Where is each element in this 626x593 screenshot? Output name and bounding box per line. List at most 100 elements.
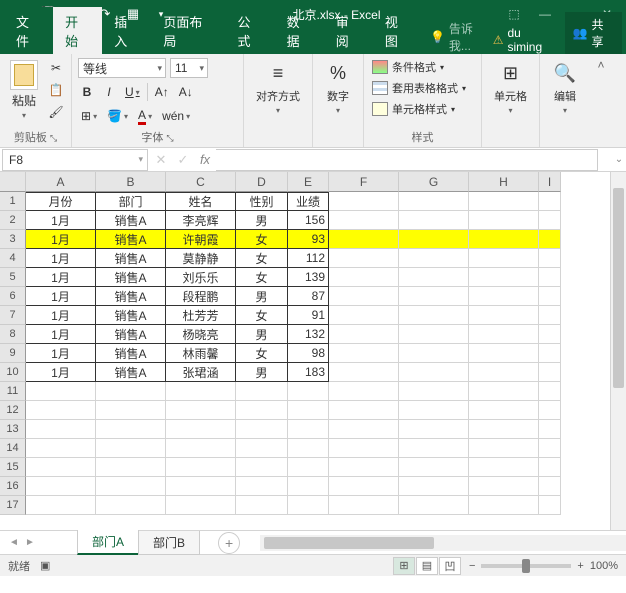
- cell-D2[interactable]: 男: [236, 211, 288, 230]
- minimize-button[interactable]: —: [530, 3, 560, 25]
- vertical-scrollbar[interactable]: [610, 172, 626, 530]
- cell-I15[interactable]: [539, 458, 561, 477]
- cell-E9[interactable]: 98: [288, 344, 329, 363]
- cell-A12[interactable]: [26, 401, 96, 420]
- row-header-14[interactable]: 14: [0, 439, 26, 458]
- row-header-17[interactable]: 17: [0, 496, 26, 515]
- cell-C13[interactable]: [166, 420, 236, 439]
- cell-C10[interactable]: 张珺涵: [166, 363, 236, 382]
- number-button[interactable]: %数字▾: [319, 58, 357, 117]
- cell-D8[interactable]: 男: [236, 325, 288, 344]
- cell-F17[interactable]: [329, 496, 399, 515]
- cell-G10[interactable]: [399, 363, 469, 382]
- cell-B7[interactable]: 销售A: [96, 306, 166, 325]
- cell-I5[interactable]: [539, 268, 561, 287]
- cell-B5[interactable]: 销售A: [96, 268, 166, 287]
- cell-A6[interactable]: 1月: [26, 287, 96, 306]
- tab-layout[interactable]: 页面布局: [151, 7, 225, 54]
- cell-B12[interactable]: [96, 401, 166, 420]
- cell-H1[interactable]: [469, 192, 539, 211]
- cell-G2[interactable]: [399, 211, 469, 230]
- row-header-12[interactable]: 12: [0, 401, 26, 420]
- cell-D4[interactable]: 女: [236, 249, 288, 268]
- zoom-level[interactable]: 100%: [590, 560, 618, 572]
- cell-A8[interactable]: 1月: [26, 325, 96, 344]
- cell-H11[interactable]: [469, 382, 539, 401]
- row-header-6[interactable]: 6: [0, 287, 26, 306]
- cell-E16[interactable]: [288, 477, 329, 496]
- row-header-4[interactable]: 4: [0, 249, 26, 268]
- row-header-15[interactable]: 15: [0, 458, 26, 477]
- cell-H6[interactable]: [469, 287, 539, 306]
- cell-B3[interactable]: 销售A: [96, 230, 166, 249]
- cell-E14[interactable]: [288, 439, 329, 458]
- row-header-13[interactable]: 13: [0, 420, 26, 439]
- cell-C12[interactable]: [166, 401, 236, 420]
- cell-H13[interactable]: [469, 420, 539, 439]
- user-account[interactable]: ⚠du siming: [493, 26, 557, 54]
- cell-C8[interactable]: 杨晓亮: [166, 325, 236, 344]
- cell-G6[interactable]: [399, 287, 469, 306]
- cell-I1[interactable]: [539, 192, 561, 211]
- conditional-format-button[interactable]: 条件格式▾: [370, 58, 475, 76]
- cell-H7[interactable]: [469, 306, 539, 325]
- cell-H5[interactable]: [469, 268, 539, 287]
- cell-D1[interactable]: 性别: [236, 192, 288, 211]
- font-size-combo[interactable]: 11: [170, 58, 208, 78]
- zoom-slider-handle[interactable]: [522, 559, 530, 573]
- cell-A14[interactable]: [26, 439, 96, 458]
- add-sheet-button[interactable]: +: [218, 532, 240, 554]
- cell-H9[interactable]: [469, 344, 539, 363]
- row-header-2[interactable]: 2: [0, 211, 26, 230]
- cell-A15[interactable]: [26, 458, 96, 477]
- cell-F3[interactable]: [329, 230, 399, 249]
- cell-A4[interactable]: 1月: [26, 249, 96, 268]
- cell-H8[interactable]: [469, 325, 539, 344]
- cell-A10[interactable]: 1月: [26, 363, 96, 382]
- cell-E5[interactable]: 139: [288, 268, 329, 287]
- cell-F5[interactable]: [329, 268, 399, 287]
- cell-H4[interactable]: [469, 249, 539, 268]
- horizontal-scroll-thumb[interactable]: [264, 537, 434, 549]
- cell-D7[interactable]: 女: [236, 306, 288, 325]
- cell-G7[interactable]: [399, 306, 469, 325]
- border-button[interactable]: ⊞▾: [78, 106, 100, 126]
- cell-E11[interactable]: [288, 382, 329, 401]
- cell-A9[interactable]: 1月: [26, 344, 96, 363]
- column-header-G[interactable]: G: [399, 172, 469, 192]
- cell-G3[interactable]: [399, 230, 469, 249]
- phonetic-button[interactable]: wén▾: [159, 106, 193, 126]
- cell-A16[interactable]: [26, 477, 96, 496]
- cell-D6[interactable]: 男: [236, 287, 288, 306]
- cell-D9[interactable]: 女: [236, 344, 288, 363]
- tab-formula[interactable]: 公式: [226, 7, 275, 54]
- name-box[interactable]: F8: [2, 149, 148, 171]
- editing-button[interactable]: 🔍编辑▾: [546, 58, 584, 117]
- fx-button[interactable]: fx: [194, 149, 216, 171]
- format-painter-button[interactable]: 🖌: [46, 103, 66, 121]
- tab-insert[interactable]: 插入: [102, 7, 151, 54]
- cell-G9[interactable]: [399, 344, 469, 363]
- view-page-layout-button[interactable]: ▤: [416, 557, 438, 575]
- cell-F10[interactable]: [329, 363, 399, 382]
- cell-E15[interactable]: [288, 458, 329, 477]
- table-format-button[interactable]: 套用表格格式▾: [370, 79, 475, 97]
- cell-B16[interactable]: [96, 477, 166, 496]
- cell-I9[interactable]: [539, 344, 561, 363]
- cell-I10[interactable]: [539, 363, 561, 382]
- row-header-9[interactable]: 9: [0, 344, 26, 363]
- cell-E3[interactable]: 93: [288, 230, 329, 249]
- cell-D16[interactable]: [236, 477, 288, 496]
- cut-button[interactable]: ✂: [46, 59, 66, 77]
- cell-F7[interactable]: [329, 306, 399, 325]
- enter-icon[interactable]: ✓: [172, 149, 194, 171]
- cell-H2[interactable]: [469, 211, 539, 230]
- grow-font-button[interactable]: A↑: [152, 82, 172, 102]
- font-name-combo[interactable]: 等线: [78, 58, 166, 78]
- cell-C4[interactable]: 莫静静: [166, 249, 236, 268]
- column-header-E[interactable]: E: [288, 172, 329, 192]
- cell-C3[interactable]: 许朝霞: [166, 230, 236, 249]
- cell-D15[interactable]: [236, 458, 288, 477]
- tab-data[interactable]: 数据: [275, 7, 324, 54]
- cell-A3[interactable]: 1月: [26, 230, 96, 249]
